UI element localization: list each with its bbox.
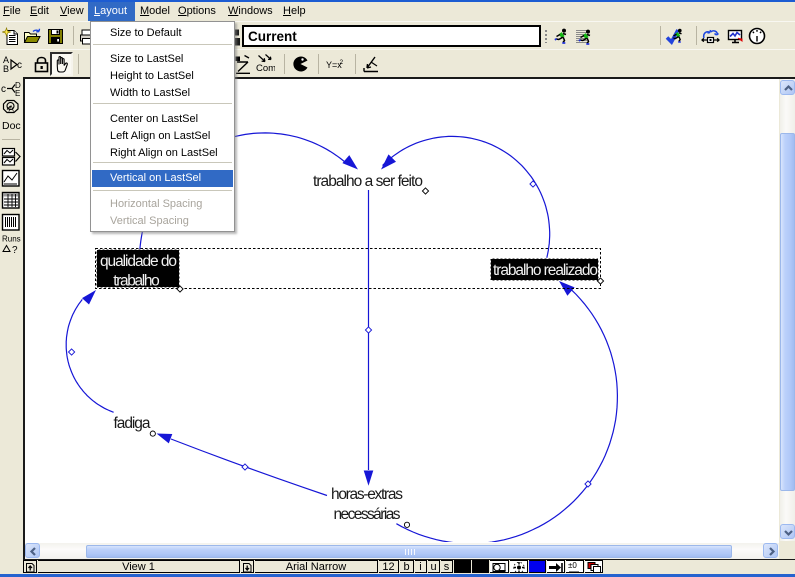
svg-text:?: ?: [12, 245, 18, 255]
svg-text:horas-extras: horas-extras: [331, 486, 403, 503]
svg-text:E: E: [15, 89, 20, 97]
svg-text:±0: ±0: [568, 561, 577, 570]
svg-text:B: B: [3, 64, 9, 74]
svg-text:Com: Com: [256, 63, 275, 74]
svg-text:qualidade do: qualidade do: [100, 253, 177, 270]
svg-text:fadiga: fadiga: [114, 415, 151, 432]
svg-text:Runs: Runs: [2, 235, 21, 244]
svg-text:c: c: [17, 60, 22, 71]
svg-text:2: 2: [340, 59, 344, 66]
svg-text:trabalho a ser feito: trabalho a ser feito: [313, 173, 423, 190]
svg-text:trabalho realizado: trabalho realizado: [493, 262, 598, 279]
svg-text:trabalho: trabalho: [113, 273, 160, 290]
svg-text:c: c: [1, 84, 6, 95]
svg-text:necessárias: necessárias: [334, 506, 401, 523]
svg-text:Doc: Doc: [2, 120, 21, 132]
svg-text:A: A: [9, 105, 15, 114]
